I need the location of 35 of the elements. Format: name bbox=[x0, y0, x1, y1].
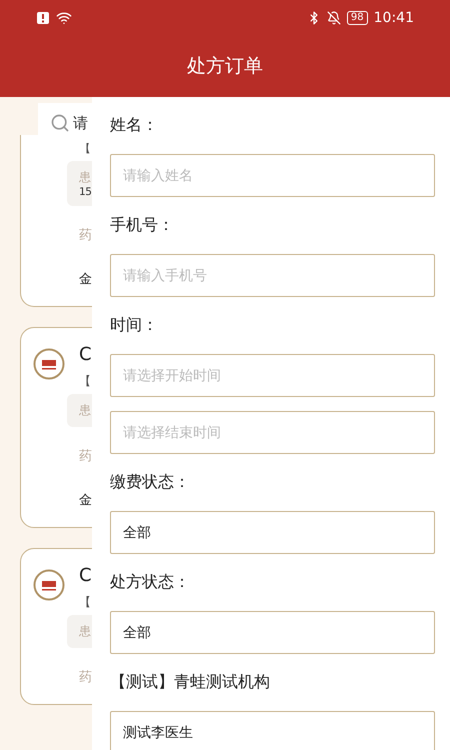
filter-field[interactable]: 请输入姓名 bbox=[110, 154, 435, 197]
filter-field[interactable]: 请选择结束时间 bbox=[110, 411, 435, 454]
filter-label: 处方状态： bbox=[110, 571, 191, 593]
page-title: 处方订单 bbox=[187, 54, 263, 79]
amount-text: 金 bbox=[79, 271, 92, 289]
filter-field[interactable]: 测试李医生 bbox=[110, 711, 435, 750]
alert-icon bbox=[36, 10, 50, 24]
search-field[interactable]: 请 bbox=[38, 103, 92, 143]
filter-label: 手机号： bbox=[110, 214, 175, 236]
search-icon bbox=[50, 113, 70, 133]
filter-field[interactable]: 请输入手机号 bbox=[110, 254, 435, 297]
medicine-text: 药 bbox=[79, 669, 92, 687]
bell-off-icon bbox=[326, 10, 341, 24]
patient-text: 15 bbox=[79, 186, 92, 198]
amount-text: 金 bbox=[79, 492, 92, 510]
order-tag: 【 bbox=[79, 368, 92, 394]
filter-field[interactable]: 全部 bbox=[110, 511, 435, 554]
medicine-text: 药 bbox=[79, 448, 92, 466]
filter-label: 姓名： bbox=[110, 114, 159, 136]
filter-label: 【测试】青蛙测试机构 bbox=[110, 671, 271, 693]
order-tag: 【 bbox=[79, 589, 92, 615]
order-title: C bbox=[79, 343, 92, 367]
patient-text: 患 bbox=[79, 623, 92, 640]
filter-field[interactable]: 请选择开始时间 bbox=[110, 354, 435, 397]
battery-icon: 98 bbox=[346, 10, 368, 24]
clock-time: 10:41 bbox=[374, 10, 414, 26]
search-placeholder: 请 bbox=[73, 114, 88, 132]
patient-text: 患 bbox=[79, 402, 92, 419]
patient-text: 患 bbox=[79, 169, 92, 186]
wifi-icon bbox=[56, 10, 72, 26]
filter-label: 时间： bbox=[110, 314, 159, 336]
order-title: C bbox=[79, 564, 92, 588]
medicine-text: 药 bbox=[79, 227, 92, 245]
filter-label: 缴费状态： bbox=[110, 471, 191, 493]
filter-field[interactable]: 全部 bbox=[110, 611, 435, 654]
